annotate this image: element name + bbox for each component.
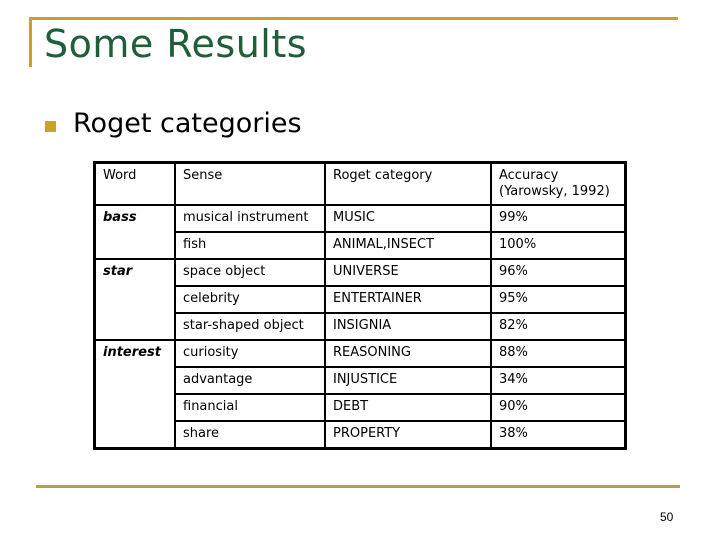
table-header-row: Word Sense Roget category Accuracy (Yaro… [93,161,627,206]
title-top-rule [29,17,678,20]
sense-cell: share [174,420,326,450]
table-row: star space object UNIVERSE 96% [93,258,627,341]
category-cell: INSIGNIA [324,312,492,341]
table-row: fish ANIMAL,INSECT 100% [95,231,627,260]
word-cell: star [93,258,176,341]
category-cell: UNIVERSE [324,258,492,287]
word-cell: bass [93,204,176,260]
category-cell: DEBT [324,393,492,422]
sense-cell: curiosity [174,339,326,368]
footer-rule [36,485,680,488]
table-row: interest curiosity REASONING 88% [93,339,627,450]
word-cell: interest [93,339,176,450]
category-cell: MUSIC [324,204,492,233]
category-cell: INJUSTICE [324,366,492,395]
sense-cell: space object [174,258,326,287]
bullet-text: Roget categories [73,108,302,139]
table-row: star-shaped object INSIGNIA 82% [95,312,627,341]
sense-cell: star-shaped object [174,312,326,341]
sense-cell: musical instrument [174,204,326,233]
slide-title: Some Results [44,22,308,66]
table-row: advantage INJUSTICE 34% [95,366,627,395]
category-cell: PROPERTY [324,420,492,450]
sense-cell: celebrity [174,285,326,314]
sense-cell: advantage [174,366,326,395]
header-accuracy: Accuracy (Yarowsky, 1992) [490,161,627,206]
accuracy-cell: 100% [490,231,627,260]
category-cell: ENTERTAINER [324,285,492,314]
results-table: Word Sense Roget category Accuracy (Yaro… [93,161,627,450]
table-row: financial DEBT 90% [95,393,627,422]
header-roget-category: Roget category [324,161,492,206]
table-row: bass musical instrument MUSIC 99% [93,204,627,260]
accuracy-cell: 90% [490,393,627,422]
table-row: celebrity ENTERTAINER 95% [95,285,627,314]
accuracy-cell: 96% [490,258,627,287]
title-left-rule [29,17,32,67]
accuracy-cell: 95% [490,285,627,314]
square-bullet-icon [45,121,56,132]
header-word: Word [93,161,176,206]
table-row: share PROPERTY 38% [95,420,627,450]
page-number: 50 [660,510,674,524]
header-sense: Sense [174,161,326,206]
accuracy-cell: 38% [490,420,627,450]
accuracy-cell: 99% [490,204,627,233]
accuracy-cell: 82% [490,312,627,341]
accuracy-cell: 34% [490,366,627,395]
sense-cell: financial [174,393,326,422]
category-cell: ANIMAL,INSECT [324,231,492,260]
sense-cell: fish [174,231,326,260]
category-cell: REASONING [324,339,492,368]
accuracy-cell: 88% [490,339,627,368]
